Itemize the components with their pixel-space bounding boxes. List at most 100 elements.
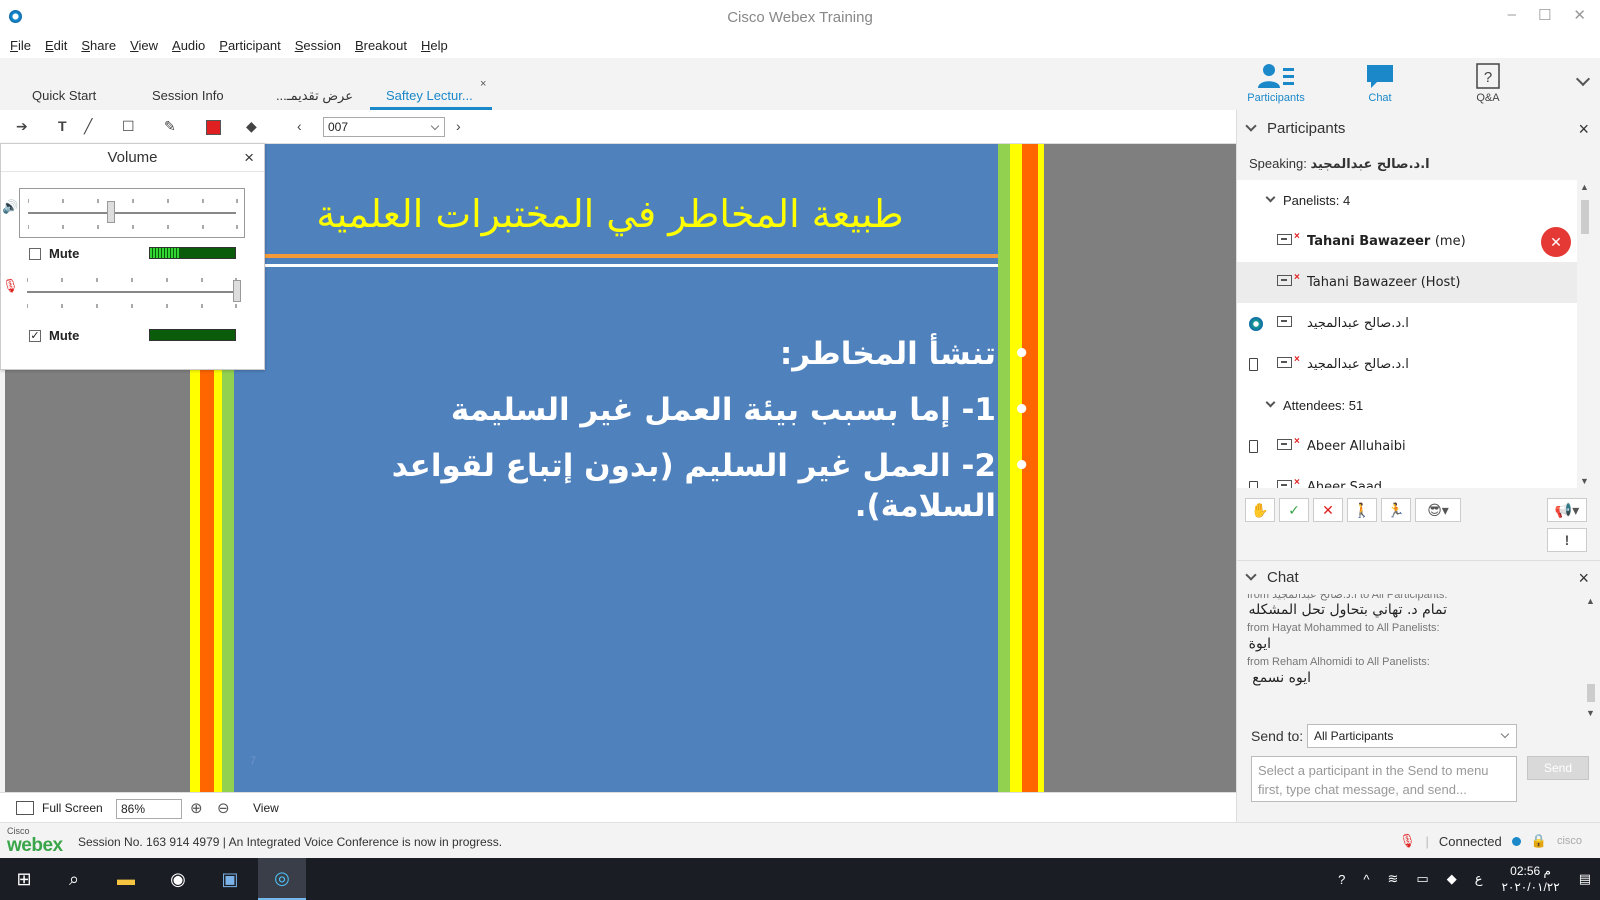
question-icon: ? <box>1448 62 1528 90</box>
participant-row[interactable]: ا.د.صالح عبدالمجيد <box>1237 303 1577 344</box>
participant-row[interactable]: × Abeer Alluhaibi <box>1237 426 1577 467</box>
participant-row[interactable]: × Aheer Saad <box>1237 467 1577 488</box>
speed-up-icon[interactable]: 🏃 <box>1381 498 1411 522</box>
webex-taskbar-icon[interactable]: ◎ <box>258 858 306 900</box>
chat-panel-header[interactable]: Chat × <box>1237 560 1600 594</box>
search-icon[interactable]: ⌕ <box>50 858 98 900</box>
slider-thumb[interactable] <box>107 201 116 223</box>
chat-scrollbar[interactable]: ▲ ▼ <box>1583 594 1597 720</box>
megaphone-icon[interactable]: 📢▾ <box>1547 498 1587 522</box>
participant-row[interactable]: × Tahani Bawazeer (me) ✕ <box>1237 221 1577 262</box>
scroll-thumb[interactable] <box>1587 684 1595 702</box>
battery-icon[interactable]: ▭ <box>1416 871 1428 887</box>
clock[interactable]: 02:56 م ٢٠٢٠/٠١/٢٢ <box>1501 863 1559 895</box>
scroll-up-icon[interactable]: ▲ <box>1580 182 1589 192</box>
attendees-group[interactable]: Attendees: 51 <box>1237 385 1577 426</box>
chat-panel-button[interactable]: Chat <box>1340 62 1420 104</box>
microphone-mute-row[interactable]: ✓ Mute <box>29 328 79 343</box>
maximize-button[interactable]: ☐ <box>1538 6 1551 24</box>
text-tool-icon[interactable]: T <box>58 118 67 136</box>
page-number-select[interactable]: 007 <box>323 117 445 137</box>
participant-row[interactable]: × Tahani Bawazeer (Host) <box>1237 262 1577 303</box>
next-page-icon[interactable]: › <box>456 118 461 136</box>
zoom-out-icon[interactable]: ⊖ <box>217 799 230 817</box>
group-chevron-icon[interactable] <box>1265 397 1276 408</box>
menu-breakout[interactable]: Breakout <box>355 34 407 58</box>
slider-track <box>28 212 236 214</box>
minimize-button[interactable]: – <box>1508 6 1516 24</box>
tab-arabic-presentation[interactable]: عرض تقديمـ... <box>265 86 353 110</box>
zoom-in-icon[interactable]: ⊕ <box>190 799 203 817</box>
participants-panel-header[interactable]: Participants × <box>1237 112 1600 146</box>
send-button[interactable]: Send <box>1527 756 1589 780</box>
panelists-group[interactable]: Panelists: 4 <box>1237 180 1577 221</box>
wifi-icon[interactable]: ≋ <box>1388 871 1399 887</box>
menu-session[interactable]: Session <box>295 34 341 58</box>
webex-logo: webex <box>7 835 63 856</box>
previous-page-icon[interactable]: ‹ <box>297 118 302 136</box>
speaker-volume-slider[interactable] <box>19 188 245 238</box>
send-to-select[interactable]: All Participants <box>1307 724 1517 748</box>
scroll-down-icon[interactable]: ▼ <box>1580 476 1589 486</box>
language-indicator[interactable]: ع <box>1475 871 1483 887</box>
windows-start-icon[interactable]: ⊞ <box>0 858 48 900</box>
group-chevron-icon[interactable] <box>1265 192 1276 203</box>
color-picker-icon[interactable] <box>206 120 221 135</box>
yes-check-icon[interactable]: ✓ <box>1279 498 1309 522</box>
full-screen-button[interactable]: Full Screen <box>16 801 103 815</box>
dropbox-icon[interactable]: ◆ <box>1447 871 1457 887</box>
file-explorer-icon[interactable]: ▬ <box>102 858 150 900</box>
tray-expand-icon[interactable]: ^ <box>1363 872 1369 887</box>
participant-scrollbar[interactable]: ▲ ▼ <box>1577 180 1591 488</box>
microphone-mute-checkbox[interactable]: ✓ <box>29 329 41 342</box>
microphone-volume-slider[interactable] <box>19 268 245 318</box>
pointer-tool-icon[interactable]: ➔ <box>16 118 28 136</box>
panel-options-chevron-icon[interactable] <box>1575 71 1591 87</box>
menu-share[interactable]: Share <box>81 34 116 58</box>
speaker-mute-row[interactable]: Mute <box>29 246 79 261</box>
menu-participant[interactable]: Participant <box>219 34 280 58</box>
scroll-up-icon[interactable]: ▲ <box>1586 596 1595 606</box>
collapse-chevron-icon[interactable] <box>1245 120 1257 132</box>
menu-view[interactable]: View <box>130 34 158 58</box>
emoticon-icon[interactable]: 😎▾ <box>1415 498 1461 522</box>
notifications-icon[interactable]: ▤ <box>1579 871 1591 887</box>
view-menu[interactable]: View <box>253 801 279 815</box>
no-x-icon[interactable]: ✕ <box>1313 498 1343 522</box>
menu-bar: File Edit Share View Audio Participant S… <box>0 34 1600 58</box>
slider-thumb[interactable] <box>233 280 241 302</box>
menu-help[interactable]: Help <box>421 34 448 58</box>
tab-close-icon[interactable]: × <box>480 78 486 90</box>
help-icon[interactable]: ? <box>1338 872 1345 887</box>
chrome-icon[interactable]: ◉ <box>154 858 202 900</box>
eraser-tool-icon[interactable]: ◆ <box>246 118 257 136</box>
close-participants-icon[interactable]: × <box>1578 112 1589 146</box>
participants-panel-button[interactable]: Participants <box>1236 62 1316 104</box>
zoom-select[interactable]: 86% <box>116 799 182 819</box>
menu-file[interactable]: File <box>10 34 31 58</box>
scroll-thumb[interactable] <box>1581 200 1589 234</box>
speaker-mute-checkbox[interactable] <box>29 247 41 260</box>
mic-muted-icon[interactable]: ✕ <box>1541 227 1571 257</box>
tab-quick-start[interactable]: Quick Start <box>32 86 96 110</box>
volume-close-icon[interactable]: × <box>244 148 254 168</box>
participant-row[interactable]: × ا.د.صالح عبدالمجيد <box>1237 344 1577 385</box>
qa-panel-button[interactable]: ? Q&A <box>1448 62 1528 104</box>
raise-hand-icon[interactable]: ✋ <box>1245 498 1275 522</box>
rectangle-tool-icon[interactable]: ☐ <box>122 118 135 136</box>
close-window-button[interactable]: ✕ <box>1573 6 1586 24</box>
menu-edit[interactable]: Edit <box>45 34 67 58</box>
remote-desktop-icon[interactable]: ▣ <box>206 858 254 900</box>
mic-muted-status-icon[interactable]: 🎙 <box>1399 833 1416 849</box>
tab-safety-lecture[interactable]: Saftey Lectur... <box>370 86 492 110</box>
alert-icon[interactable]: ! <box>1547 528 1587 552</box>
chat-message-input[interactable]: Select a participant in the Send to menu… <box>1251 756 1517 802</box>
close-chat-icon[interactable]: × <box>1578 561 1589 595</box>
line-tool-icon[interactable]: ╱ <box>84 118 92 136</box>
tab-session-info[interactable]: Session Info <box>152 86 224 110</box>
menu-audio[interactable]: Audio <box>172 34 205 58</box>
collapse-chevron-icon[interactable] <box>1245 569 1257 581</box>
slow-down-icon[interactable]: 🚶 <box>1347 498 1377 522</box>
scroll-down-icon[interactable]: ▼ <box>1586 708 1595 718</box>
pen-tool-icon[interactable]: ✎ <box>164 118 176 136</box>
